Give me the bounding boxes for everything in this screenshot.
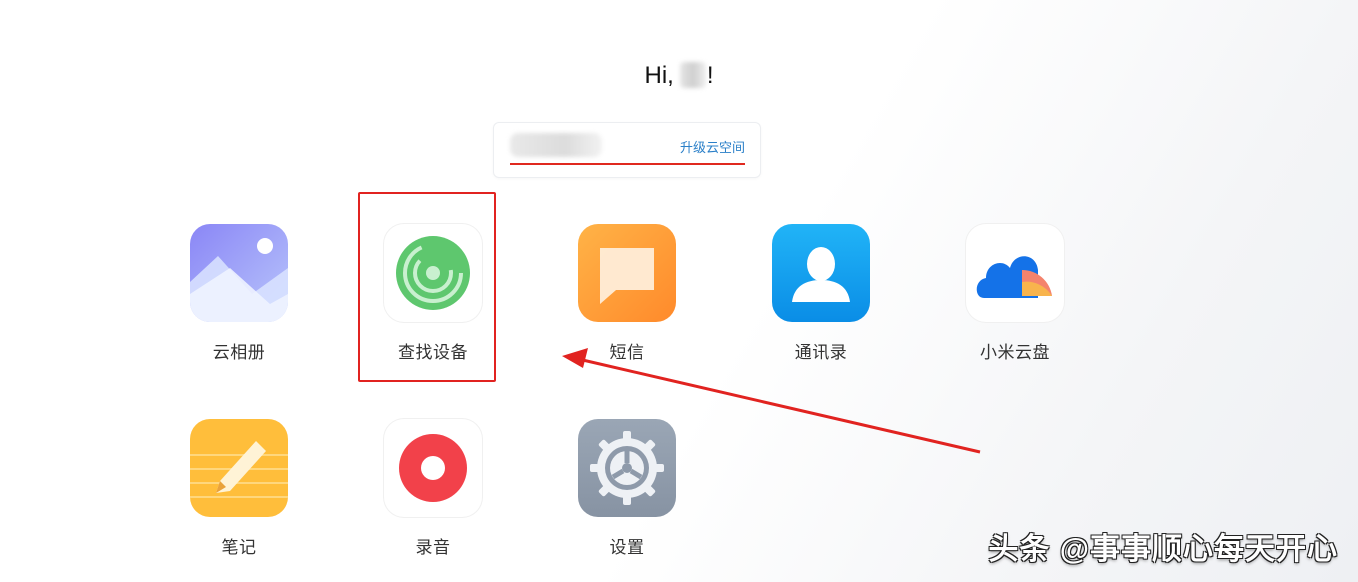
message-icon xyxy=(578,224,676,322)
app-find-device[interactable]: 查找设备 xyxy=(363,224,503,363)
watermark-text: 头条 @事事顺心每天开心 xyxy=(988,533,1338,566)
greeting-prefix: Hi, xyxy=(644,62,674,89)
greeting-suffix: ! xyxy=(706,62,714,89)
app-gallery[interactable]: 云相册 xyxy=(169,224,309,363)
blurred-storage-info xyxy=(510,133,602,157)
app-label: 小米云盘 xyxy=(980,343,1050,362)
app-notes[interactable]: 笔记 xyxy=(169,419,309,558)
gallery-icon xyxy=(190,224,288,322)
cloud-drive-icon xyxy=(966,224,1064,322)
blurred-username xyxy=(679,62,706,88)
app-settings[interactable]: 设置 xyxy=(557,419,697,558)
app-contacts[interactable]: 通讯录 xyxy=(751,224,891,363)
app-recorder[interactable]: 录音 xyxy=(363,419,503,558)
app-cloud-drive[interactable]: 小米云盘 xyxy=(945,224,1085,363)
settings-icon xyxy=(578,419,676,517)
contacts-icon xyxy=(772,224,870,322)
app-label: 录音 xyxy=(415,538,451,557)
app-label: 短信 xyxy=(609,343,645,362)
recorder-icon xyxy=(384,419,482,517)
find-device-icon xyxy=(384,224,482,322)
app-label: 通讯录 xyxy=(794,343,848,362)
storage-usage-bar xyxy=(510,163,745,165)
app-messages[interactable]: 短信 xyxy=(557,224,697,363)
app-label: 查找设备 xyxy=(398,343,468,362)
app-label: 笔记 xyxy=(221,538,257,557)
app-label: 云相册 xyxy=(212,343,266,362)
app-label: 设置 xyxy=(609,538,645,557)
storage-card: 升级云空间 xyxy=(493,122,761,178)
upgrade-storage-link[interactable]: 升级云空间 xyxy=(680,137,745,156)
notes-icon xyxy=(190,419,288,517)
greeting-title: Hi,! xyxy=(0,62,1358,90)
